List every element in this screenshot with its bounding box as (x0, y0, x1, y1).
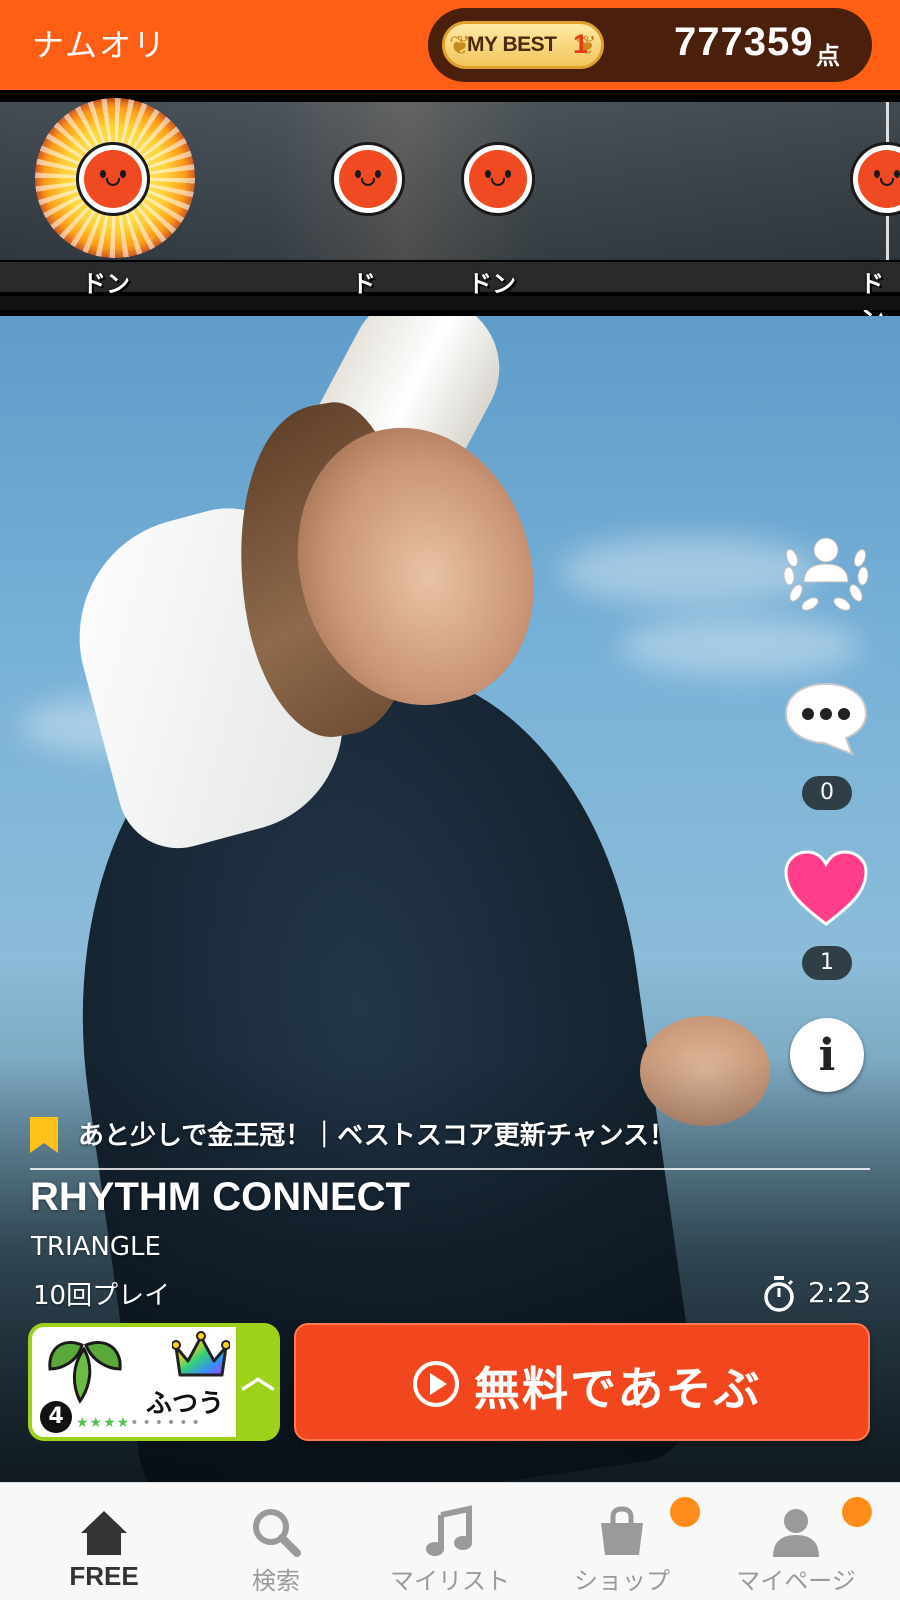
music-note-icon (426, 1505, 472, 1556)
ranking-icon[interactable] (780, 528, 872, 612)
search-icon (253, 1509, 301, 1557)
play-count: 10回プレイ (33, 1281, 171, 1311)
nav-label: マイページ (736, 1567, 856, 1595)
lane-divider (0, 296, 900, 310)
don-note (331, 142, 405, 216)
play-icon (413, 1361, 459, 1407)
note-label: ドン (468, 270, 516, 298)
info-divider (30, 1168, 870, 1170)
nav-label: マイリスト (390, 1567, 510, 1595)
crown-icon (172, 1331, 230, 1377)
don-note (76, 142, 150, 216)
nav-label: FREE (69, 1561, 139, 1591)
nav-free[interactable]: FREE (14, 1483, 194, 1600)
chevron-up-icon[interactable]: ︿ (238, 1347, 278, 1407)
song-artist: TRIANGLE (31, 1232, 161, 1262)
stopwatch-icon (764, 1276, 794, 1312)
home-icon (81, 1511, 127, 1555)
like-heart-icon[interactable] (782, 848, 870, 928)
nav-mylist[interactable]: マイリスト (360, 1483, 540, 1600)
lane-lyrics-strip (0, 262, 900, 292)
comment-icon[interactable] (782, 678, 870, 758)
user-icon (773, 1509, 819, 1557)
bottom-navigation: FREE 検索 マイリスト ショップ マイページ (0, 1482, 900, 1600)
bookmark-flag-icon (30, 1117, 58, 1153)
note-label: ド (352, 270, 376, 298)
best-score-value: 777359 (674, 20, 814, 64)
play-button-label: 無料であそぶ (474, 1362, 762, 1416)
mypage-notification-dot (842, 1497, 872, 1527)
nav-shop[interactable]: ショップ (532, 1483, 712, 1600)
song-title: RHYTHM CONNECT (30, 1175, 410, 1219)
nav-label: 検索 (252, 1567, 300, 1595)
score-unit: 点 (816, 42, 840, 70)
promo-message: あと少しで金王冠！｜ベストスコア更新チャンス！ (78, 1121, 675, 1151)
difficulty-level-badge: 4 (40, 1401, 72, 1433)
header-bar: ナムオリ ❦ ❦ MY BEST 1 777359 点 (0, 0, 900, 90)
username: ナムオリ (32, 26, 168, 64)
my-best-badge: ❦ ❦ MY BEST 1 (442, 21, 604, 69)
difficulty-selector[interactable]: ふつう 4 ★★★★•••••• ︿ (28, 1323, 280, 1441)
song-duration: 2:23 (808, 1276, 871, 1309)
difficulty-stars: ★★★★•••••• (76, 1415, 204, 1431)
shopping-bag-icon (601, 1506, 643, 1555)
bamboo-leaf-icon (48, 1341, 122, 1404)
my-best-rank: 1 (573, 29, 589, 59)
note-label: ドン (82, 270, 130, 298)
shop-notification-dot (670, 1497, 700, 1527)
comment-count: 0 (802, 776, 852, 810)
note-lane: ドン ド ドン ドン (0, 90, 900, 333)
play-free-button[interactable]: 無料であそぶ (294, 1323, 870, 1441)
don-note (461, 142, 535, 216)
nav-mypage[interactable]: マイページ (706, 1483, 886, 1600)
difficulty-panel: ふつう 4 ★★★★•••••• (32, 1327, 236, 1437)
info-button[interactable]: i (790, 1018, 864, 1092)
best-score-panel: ❦ ❦ MY BEST 1 777359 点 (428, 8, 872, 82)
like-count: 1 (802, 946, 852, 980)
my-best-label: MY BEST (467, 33, 557, 56)
nav-search[interactable]: 検索 (186, 1483, 366, 1600)
nav-label: ショップ (574, 1567, 670, 1595)
